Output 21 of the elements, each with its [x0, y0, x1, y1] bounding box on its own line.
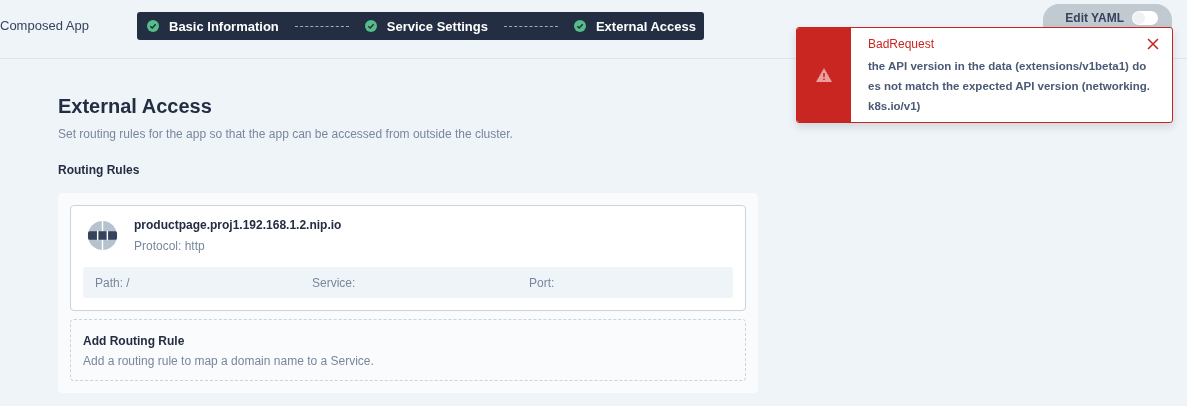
rule-protocol: Protocol: http — [134, 239, 206, 253]
section-title: External Access — [58, 95, 212, 118]
close-icon[interactable] — [1147, 38, 1159, 50]
add-rule-description: Add a routing rule to map a domain name to a Service. — [83, 354, 375, 368]
add-rule-card[interactable]: Add Routing Rule Add a routing rule to map a domain name to a Service. — [70, 319, 746, 381]
section-description: Set routing rules for the app so that the app can be accessed from outside the cluster. — [58, 127, 514, 141]
section-subtitle: Routing Rules — [58, 163, 141, 177]
warning-icon — [816, 68, 832, 82]
rule-host: productpage.proj1.192.168.1.2.nip.io — [134, 218, 342, 232]
add-rule-title: Add Routing Rule — [83, 334, 186, 348]
toggle-switch[interactable] — [1132, 11, 1158, 25]
port-text: Port: — [529, 275, 556, 290]
app-title: Composed App — [0, 18, 90, 33]
step[interactable]: Service Settings — [364, 18, 488, 34]
step[interactable]: Basic Information — [147, 18, 279, 34]
service-text: Service: — [312, 275, 357, 290]
toast-title: BadRequest — [868, 37, 936, 51]
path-text: Path: / — [95, 275, 131, 290]
toast-message: the API version in the data (extensions/v1beta1) does not match the expected API version (networking.k8s.io/v1) — [868, 59, 1152, 114]
globe-icon — [87, 220, 118, 251]
step[interactable]: External Access — [573, 18, 696, 34]
